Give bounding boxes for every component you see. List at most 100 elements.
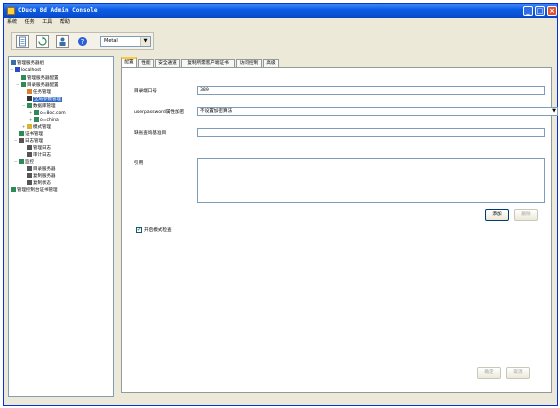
port-field[interactable]: 389 — [197, 86, 545, 95]
encryption-select-value: 不设置加密算法 — [200, 109, 233, 114]
tree-node[interactable]: 监控 — [19, 159, 34, 165]
minimize-button[interactable]: _ — [523, 6, 533, 16]
help-button[interactable]: ? — [76, 35, 89, 48]
tree-node[interactable]: 目录服务器配置 — [21, 82, 59, 88]
tree-node[interactable]: 日志管理 — [19, 138, 43, 144]
menu-bar: 系统 任务 工具 帮助 — [4, 18, 557, 27]
server-group-icon — [11, 60, 16, 65]
tree-node[interactable]: 任务管理 — [27, 89, 51, 95]
tree-node[interactable]: 复制状态 — [27, 180, 51, 186]
encryption-label: userpassword属性加密 — [134, 110, 185, 115]
tree-node[interactable]: 全局参数管理 — [27, 96, 62, 102]
tree-node[interactable]: 管理服务器组 — [11, 60, 44, 66]
tree-node-label: 任务管理 — [33, 90, 51, 95]
add-button[interactable]: 添加 — [485, 209, 509, 221]
server-icon — [15, 67, 20, 72]
maximize-button[interactable]: □ — [535, 6, 545, 16]
audit-log-icon — [27, 152, 32, 157]
tree-node-label: 管理服务器配置 — [27, 76, 59, 81]
chevron-down-icon[interactable]: ▼ — [552, 108, 556, 115]
replica-server-icon — [27, 173, 32, 178]
title-bar: CDuce 8d Admin Console _ □ × — [4, 4, 557, 18]
theme-select[interactable]: Metal ▼ — [100, 36, 151, 47]
help-icon: ? — [78, 37, 87, 46]
toolbar-group: ? Metal ▼ — [11, 32, 154, 50]
db-node-icon — [34, 117, 39, 122]
delete-button[interactable]: 删除 — [514, 209, 538, 221]
tree-node[interactable]: 管理日志 — [27, 145, 51, 151]
cancel-button[interactable]: 取消 — [506, 367, 530, 379]
reference-list[interactable] — [197, 158, 545, 203]
tree-node-label: localhost — [21, 68, 42, 73]
tree-node[interactable]: 数据库管理 — [27, 103, 56, 109]
close-button[interactable]: × — [547, 6, 557, 16]
tree-expander-icon[interactable]: − — [16, 83, 20, 87]
tree-expander-icon[interactable]: + — [22, 125, 26, 129]
tree-node-label: 监控 — [25, 160, 34, 165]
chevron-down-icon[interactable]: ▼ — [140, 37, 150, 46]
certificate-icon — [19, 131, 24, 136]
console-cert-icon — [11, 187, 16, 192]
navigation-tree: 管理服务器组 − localhost 管理服务器配置 − 目录服务器配置 任务管理 全局参数管… — [8, 56, 114, 397]
tree-node-label: o=8oc.com — [40, 111, 66, 116]
tree-node[interactable]: 目录服务器 — [27, 166, 56, 172]
window-title: CDuce 8d Admin Console — [18, 7, 98, 14]
tree-expander-icon[interactable]: − — [14, 139, 18, 143]
tree-node[interactable]: 管理控制台证书管理 — [11, 187, 58, 193]
settings-icon — [21, 75, 26, 80]
directory-icon — [21, 82, 26, 87]
tree-node-label: 复制服务器 — [33, 174, 56, 179]
tree-expander-icon[interactable]: − — [22, 104, 26, 108]
admin-log-icon — [27, 145, 32, 150]
tree-node-label: 复制状态 — [33, 181, 51, 186]
tree-node[interactable]: o=8oc.com — [34, 110, 66, 116]
tree-node[interactable]: 管理服务器配置 — [21, 75, 59, 81]
tree-node[interactable]: 证书管理 — [19, 131, 43, 137]
task-icon — [27, 89, 32, 94]
svg-text:?: ? — [81, 38, 85, 46]
ok-button[interactable]: 确定 — [477, 367, 501, 379]
schema-check-checkbox[interactable]: ✔ — [136, 227, 142, 233]
tree-node-label: 日志管理 — [25, 139, 43, 144]
tree-node-label: 模式管理 — [33, 125, 51, 130]
tree-node[interactable]: 审计日志 — [27, 152, 51, 158]
port-label: 目录端口号 — [134, 89, 157, 94]
base-dn-field[interactable] — [197, 128, 545, 137]
app-window: CDuce 8d Admin Console _ □ × 系统 任务 工具 帮助… — [3, 3, 558, 406]
replica-status-icon — [27, 180, 32, 185]
tree-node-label: 管理控制台证书管理 — [17, 188, 58, 193]
menu-system[interactable]: 系统 — [7, 18, 17, 27]
app-icon — [7, 7, 15, 15]
tree-expander-icon[interactable]: − — [14, 160, 18, 164]
tree-expander-icon[interactable]: + — [29, 111, 33, 115]
document-icon — [19, 36, 26, 47]
menu-task[interactable]: 任务 — [25, 18, 35, 27]
users-icon — [59, 37, 66, 46]
tree-expander-icon[interactable]: − — [10, 68, 14, 72]
menu-tools[interactable]: 工具 — [42, 18, 52, 27]
encryption-select[interactable]: 不设置加密算法 ▼ — [197, 107, 558, 116]
users-button[interactable] — [56, 35, 69, 48]
tree-node[interactable]: 模式管理 — [27, 124, 51, 130]
tree-node[interactable]: localhost — [15, 67, 41, 73]
tree-node[interactable]: 复制服务器 — [27, 173, 56, 179]
schema-icon — [27, 124, 32, 129]
refresh-icon — [38, 36, 47, 46]
tree-expander-icon[interactable]: + — [29, 118, 33, 122]
menu-help[interactable]: 帮助 — [60, 18, 70, 27]
database-icon — [27, 103, 32, 108]
tree-node[interactable]: o=china — [34, 117, 59, 123]
tree-node-label: 目录服务器 — [33, 167, 56, 172]
toolbar: ? Metal ▼ — [4, 28, 557, 54]
dir-server-icon — [27, 166, 32, 171]
tree-node-label: 数据库管理 — [33, 104, 56, 109]
globe-icon — [27, 96, 32, 101]
tree-node-label: 全局参数管理 — [33, 97, 62, 102]
tree-node-label: 管理日志 — [33, 146, 51, 151]
tree-node-label: 管理服务器组 — [17, 61, 44, 66]
config-panel: 配置 性能 安全通道 复制所需客户端证书 访问控制 高级 目录端口号 389 u… — [117, 56, 558, 397]
refresh-button[interactable] — [36, 35, 49, 48]
tree-node-label: 目录服务器配置 — [27, 83, 59, 88]
document-button[interactable] — [16, 35, 29, 48]
base-dn-label: 缺省查询基准目 — [134, 131, 167, 136]
